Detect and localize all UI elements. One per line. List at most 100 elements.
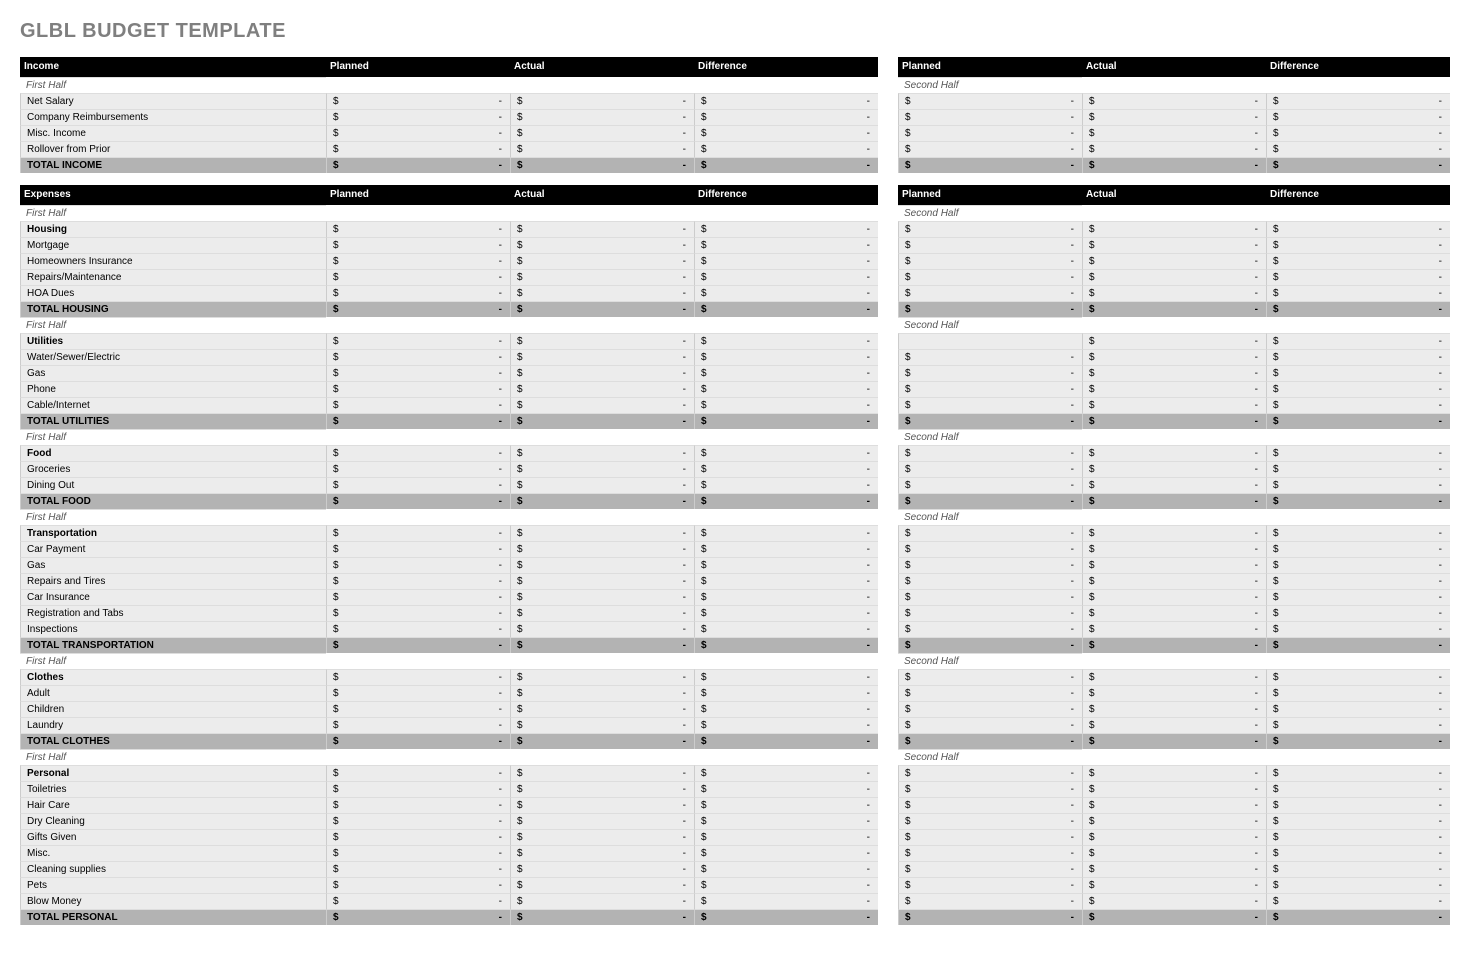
value-cell[interactable]: $- [1082,381,1266,397]
value-cell[interactable]: $- [1082,285,1266,301]
value-cell[interactable]: $- [898,221,1082,237]
value-cell[interactable]: $- [510,589,694,605]
value-cell[interactable]: $- [1266,381,1450,397]
value-cell[interactable]: $- [694,765,878,781]
value-cell[interactable]: $- [326,845,510,861]
value-cell[interactable]: $- [898,813,1082,829]
value-cell[interactable]: $- [1082,717,1266,733]
value-cell[interactable]: $- [510,461,694,477]
value-cell[interactable]: $- [1266,893,1450,909]
value-cell[interactable]: $- [1266,301,1450,317]
value-cell[interactable]: $- [510,685,694,701]
value-cell[interactable]: $- [326,557,510,573]
value-cell[interactable]: $- [510,893,694,909]
value-cell[interactable]: $- [326,909,510,925]
value-cell[interactable]: $- [898,637,1082,653]
value-cell[interactable]: $- [694,397,878,413]
value-cell[interactable]: $- [898,733,1082,749]
value-cell[interactable]: $- [510,349,694,365]
value-cell[interactable]: $- [510,525,694,541]
value-cell[interactable]: $- [510,93,694,109]
value-cell[interactable]: $- [1082,221,1266,237]
value-cell[interactable]: $- [898,237,1082,253]
value-cell[interactable]: $- [326,765,510,781]
value-cell[interactable]: $- [1266,269,1450,285]
value-cell[interactable]: $- [898,621,1082,637]
value-cell[interactable]: $- [1266,829,1450,845]
value-cell[interactable]: $- [510,397,694,413]
value-cell[interactable]: $- [1082,589,1266,605]
value-cell[interactable]: $- [898,765,1082,781]
value-cell[interactable]: $- [1266,845,1450,861]
value-cell[interactable]: $- [694,909,878,925]
value-cell[interactable]: $- [1082,813,1266,829]
value-cell[interactable]: $- [694,573,878,589]
value-cell[interactable]: $- [898,669,1082,685]
value-cell[interactable]: $- [1082,253,1266,269]
value-cell[interactable]: $- [1082,781,1266,797]
value-cell[interactable]: $- [898,893,1082,909]
value-cell[interactable]: $- [1082,621,1266,637]
value-cell[interactable]: $- [1082,365,1266,381]
value-cell[interactable]: $- [1082,893,1266,909]
value-cell[interactable]: $- [898,269,1082,285]
value-cell[interactable]: $- [326,893,510,909]
value-cell[interactable]: $- [1082,461,1266,477]
value-cell[interactable]: $- [898,397,1082,413]
value-cell[interactable]: $- [1082,829,1266,845]
value-cell[interactable]: $- [1266,333,1450,349]
value-cell[interactable]: $- [510,413,694,429]
value-cell[interactable]: $- [694,797,878,813]
value-cell[interactable]: $- [694,109,878,125]
value-cell[interactable]: $- [1082,877,1266,893]
value-cell[interactable]: $- [510,701,694,717]
value-cell[interactable]: $- [898,93,1082,109]
value-cell[interactable]: $- [898,605,1082,621]
value-cell[interactable]: $- [326,781,510,797]
value-cell[interactable]: $- [694,525,878,541]
value-cell[interactable]: $- [326,637,510,653]
value-cell[interactable]: $- [1082,909,1266,925]
value-cell[interactable]: $- [510,621,694,637]
value-cell[interactable]: $- [1266,541,1450,557]
value-cell[interactable]: $- [326,349,510,365]
value-cell[interactable]: $- [510,253,694,269]
value-cell[interactable]: $- [1266,781,1450,797]
value-cell[interactable]: $- [510,445,694,461]
value-cell[interactable]: $- [1082,93,1266,109]
value-cell[interactable]: $- [1266,877,1450,893]
value-cell[interactable]: $- [898,845,1082,861]
value-cell[interactable]: $- [694,813,878,829]
value-cell[interactable]: $- [694,381,878,397]
value-cell[interactable]: $- [1266,285,1450,301]
value-cell[interactable]: $- [694,621,878,637]
value-cell[interactable]: $- [1082,157,1266,173]
value-cell[interactable]: $- [694,333,878,349]
value-cell[interactable]: $- [694,237,878,253]
value-cell[interactable]: $- [326,813,510,829]
value-cell[interactable]: $- [326,573,510,589]
value-cell[interactable]: $- [510,301,694,317]
value-cell[interactable]: $- [694,781,878,797]
value-cell[interactable]: $- [898,109,1082,125]
value-cell[interactable]: $- [694,605,878,621]
value-cell[interactable]: $- [1266,365,1450,381]
value-cell[interactable]: $- [898,829,1082,845]
value-cell[interactable]: $- [326,461,510,477]
value-cell[interactable]: $- [1082,125,1266,141]
value-cell[interactable]: $- [510,829,694,845]
value-cell[interactable]: $- [694,845,878,861]
value-cell[interactable]: $- [1266,109,1450,125]
value-cell[interactable]: $- [898,573,1082,589]
value-cell[interactable]: $- [898,157,1082,173]
value-cell[interactable]: $- [694,541,878,557]
value-cell[interactable]: $- [694,461,878,477]
value-cell[interactable]: $- [1082,397,1266,413]
value-cell[interactable]: $- [694,141,878,157]
value-cell[interactable]: $- [1266,93,1450,109]
value-cell[interactable]: $- [510,237,694,253]
value-cell[interactable]: $- [898,493,1082,509]
value-cell[interactable]: $- [326,413,510,429]
value-cell[interactable]: $- [326,797,510,813]
value-cell[interactable]: $- [898,861,1082,877]
